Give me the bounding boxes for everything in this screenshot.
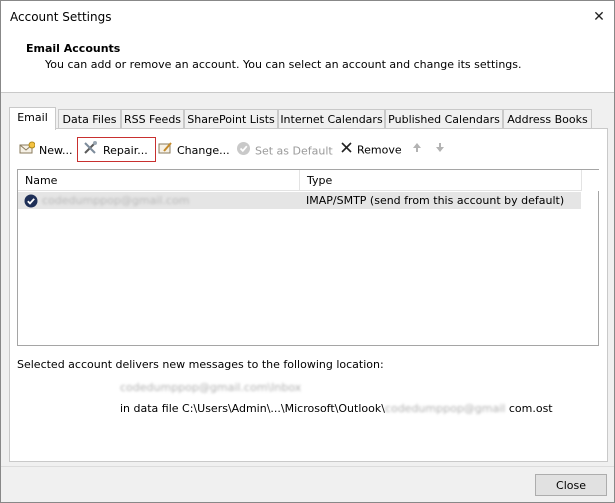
dialog-header: Email Accounts You can add or remove an … bbox=[1, 33, 614, 93]
change-account-label: Change... bbox=[177, 144, 230, 157]
column-header-name[interactable]: Name bbox=[25, 174, 57, 187]
delivery-data-file: in data file C:\Users\Admin\...\Microsof… bbox=[120, 402, 553, 415]
set-default-label: Set as Default bbox=[255, 144, 333, 158]
repair-account-button[interactable]: Repair... bbox=[83, 141, 148, 159]
data-file-path-suffix: com.ost bbox=[505, 402, 553, 415]
tab-data-files[interactable]: Data Files bbox=[58, 109, 121, 129]
remove-account-label: Remove bbox=[357, 143, 402, 157]
move-down-button[interactable] bbox=[435, 141, 449, 159]
new-account-label: New... bbox=[39, 144, 73, 157]
window-title: Account Settings bbox=[10, 10, 112, 24]
arrow-up-icon bbox=[412, 141, 422, 159]
tab-sharepoint-lists[interactable]: SharePoint Lists bbox=[184, 109, 278, 129]
default-account-check-icon bbox=[24, 194, 38, 208]
remove-x-icon bbox=[340, 141, 353, 160]
title-bar: Account Settings ✕ bbox=[1, 1, 614, 33]
account-row[interactable]: codedumppop@gmail.com IMAP/SMTP (send fr… bbox=[18, 192, 581, 209]
footer-divider bbox=[1, 466, 614, 467]
data-file-path-prefix: in data file C:\Users\Admin\...\Microsof… bbox=[120, 402, 385, 415]
header-corner bbox=[581, 170, 599, 191]
change-account-icon bbox=[157, 141, 173, 161]
accounts-list[interactable]: Name Type codedumppop@gmail.com IMAP/SMT… bbox=[17, 169, 599, 346]
move-up-button[interactable] bbox=[412, 141, 426, 159]
account-email: codedumppop@gmail.com bbox=[42, 194, 190, 207]
delivery-location-label: Selected account delivers new messages t… bbox=[17, 358, 384, 371]
new-account-button[interactable]: New... bbox=[19, 141, 72, 159]
new-account-icon bbox=[19, 141, 36, 161]
tab-email[interactable]: Email bbox=[9, 107, 56, 130]
header-description: You can add or remove an account. You ca… bbox=[45, 58, 522, 71]
column-header-type[interactable]: Type bbox=[307, 174, 332, 187]
repair-account-label: Repair... bbox=[103, 144, 148, 157]
column-divider[interactable] bbox=[299, 170, 300, 190]
arrow-down-icon bbox=[435, 141, 445, 159]
tab-rss-feeds[interactable]: RSS Feeds bbox=[121, 109, 184, 129]
delivery-folder: codedumppop@gmail.com\Inbox bbox=[120, 381, 302, 394]
account-settings-window: Account Settings ✕ Email Accounts You ca… bbox=[0, 0, 615, 503]
repair-tools-icon bbox=[83, 141, 99, 161]
account-type: IMAP/SMTP (send from this account by def… bbox=[306, 194, 565, 207]
set-default-button[interactable]: Set as Default bbox=[236, 141, 333, 159]
remove-account-button[interactable]: Remove bbox=[340, 141, 402, 159]
close-icon[interactable]: ✕ bbox=[589, 7, 609, 27]
data-file-path-blurred: codedumppop@gmail bbox=[384, 402, 506, 415]
tab-published-calendars[interactable]: Published Calendars bbox=[385, 109, 503, 129]
header-title: Email Accounts bbox=[26, 42, 121, 55]
tab-internet-calendars[interactable]: Internet Calendars bbox=[278, 109, 385, 129]
accounts-list-header: Name Type bbox=[18, 170, 581, 191]
checkmark-circle-icon bbox=[236, 141, 251, 162]
change-account-button[interactable]: Change... bbox=[157, 141, 230, 159]
tab-address-books[interactable]: Address Books bbox=[503, 109, 592, 129]
close-button[interactable]: Close bbox=[535, 474, 607, 496]
